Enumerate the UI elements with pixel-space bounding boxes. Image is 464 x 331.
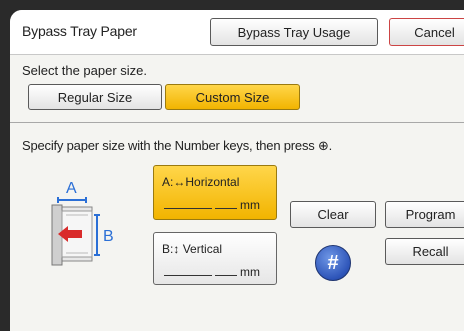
horizontal-unit: mm: [240, 198, 260, 212]
vertical-arrow-icon: ↕: [173, 242, 180, 256]
bypass-tray-usage-button[interactable]: Bypass Tray Usage: [210, 18, 378, 46]
recall-button[interactable]: Recall: [385, 238, 464, 265]
horizontal-field-label: A:↔Horizontal: [162, 175, 240, 189]
paper-dimension-diagram: A B: [51, 180, 114, 266]
horizontal-decimal-blank: [215, 208, 237, 209]
select-paper-size-prompt: Select the paper size.: [22, 63, 148, 78]
vertical-unit: mm: [240, 265, 260, 279]
custom-size-instruction: Specify paper size with the Number keys,…: [22, 138, 333, 153]
cancel-button[interactable]: Cancel: [389, 18, 464, 46]
horizontal-size-field[interactable]: A:↔Horizontal mm: [153, 165, 277, 220]
custom-size-button[interactable]: Custom Size: [165, 84, 300, 110]
vertical-value-blank: [164, 275, 212, 276]
vertical-field-label: B:↕ Vertical: [162, 242, 223, 256]
vertical-label: Vertical: [182, 242, 223, 256]
diagram-label-b: B: [103, 228, 114, 245]
program-button[interactable]: Program: [385, 201, 464, 228]
horizontal-letter: A: [162, 175, 171, 189]
diagram-label-a: A: [66, 180, 77, 197]
regular-size-button[interactable]: Regular Size: [28, 84, 162, 110]
vertical-value: mm: [164, 265, 260, 279]
vertical-size-field[interactable]: B:↕ Vertical mm: [153, 232, 277, 285]
hash-key-button[interactable]: #: [315, 245, 351, 281]
horizontal-value-blank: [164, 208, 212, 209]
bypass-tray-paper-dialog: Bypass Tray Paper Bypass Tray Usage Canc…: [10, 10, 464, 331]
dialog-title: Bypass Tray Paper: [22, 23, 137, 39]
horizontal-value: mm: [164, 198, 260, 212]
clear-button[interactable]: Clear: [290, 201, 376, 228]
horizontal-label: Horizontal: [185, 175, 240, 189]
section-divider: [10, 122, 464, 123]
vertical-decimal-blank: [215, 275, 237, 276]
vertical-letter: B: [162, 242, 171, 256]
horizontal-arrow-icon: ↔: [173, 175, 186, 189]
